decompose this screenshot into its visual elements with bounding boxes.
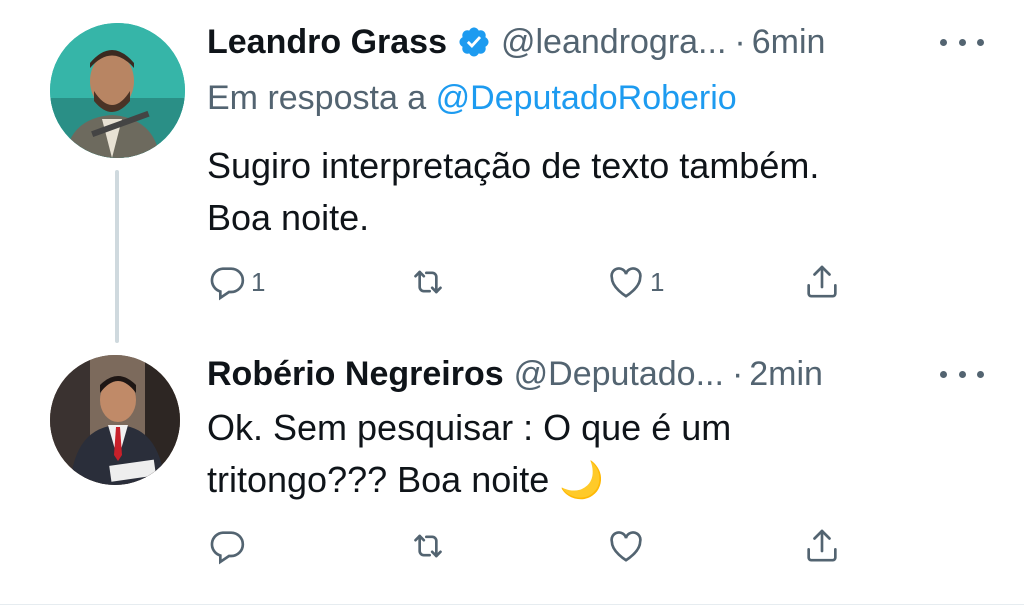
like-button[interactable] xyxy=(606,524,650,568)
divider xyxy=(0,604,1024,605)
retweet-button[interactable] xyxy=(408,524,452,568)
reply-button[interactable] xyxy=(207,524,251,568)
like-icon xyxy=(610,531,642,562)
crescent-moon-emoji: 🌙 xyxy=(559,459,605,500)
reply-icon xyxy=(210,267,245,301)
more-options-icon[interactable] xyxy=(940,32,984,52)
tweet-text: Ok. Sem pesquisar : O que é um tritongo?… xyxy=(207,402,947,506)
separator-dot: · xyxy=(734,23,746,61)
tweet-header: Leandro Grass @leandrogra... · 6min xyxy=(207,22,974,62)
like-count: 1 xyxy=(650,266,665,297)
retweet-icon xyxy=(414,534,442,558)
tweet-text-line: Boa noite. xyxy=(207,197,370,238)
tweet-actions: 1 1 xyxy=(0,260,1024,304)
tweet-text-line: tritongo??? Boa noite 🌙 xyxy=(207,454,947,506)
timestamp[interactable]: 2min xyxy=(749,354,823,394)
author-name[interactable]: Robério Negreiros xyxy=(207,354,504,394)
share-icon xyxy=(807,529,837,562)
avatar-roberio[interactable] xyxy=(50,355,180,485)
timestamp[interactable]: 6min xyxy=(752,22,826,62)
reply-mention-link[interactable]: @DeputadoRoberio xyxy=(436,79,737,117)
like-button[interactable]: 1 xyxy=(606,260,664,304)
share-button[interactable] xyxy=(802,524,842,568)
author-handle[interactable]: @Deputado... xyxy=(514,354,724,394)
share-button[interactable] xyxy=(802,260,842,304)
tweet-header: Robério Negreiros @Deputado... · 2min xyxy=(207,354,974,394)
author-name[interactable]: Leandro Grass xyxy=(207,22,447,62)
reply-icon xyxy=(210,531,245,565)
tweet-text-segment: tritongo??? Boa noite xyxy=(207,459,550,500)
verified-badge-icon xyxy=(459,27,489,57)
reply-prefix: Em resposta a xyxy=(207,79,427,117)
separator-dot: · xyxy=(731,355,744,393)
tweet-actions xyxy=(0,524,1024,568)
more-options-icon[interactable] xyxy=(940,364,984,384)
tweet-roberio: Robério Negreiros @Deputado... · 2min Ok… xyxy=(0,340,1024,604)
share-icon xyxy=(807,265,837,298)
tweet-text-line: Sugiro interpretação de texto também. xyxy=(207,145,820,186)
tweet-leandro: Leandro Grass @leandrogra... · 6min Em r… xyxy=(0,0,1024,340)
like-icon xyxy=(610,267,642,298)
retweet-icon xyxy=(414,270,442,294)
reply-count: 1 xyxy=(251,266,266,297)
author-handle[interactable]: @leandrogra... xyxy=(501,22,726,62)
retweet-button[interactable] xyxy=(408,260,452,304)
avatar-leandro[interactable] xyxy=(50,23,185,158)
tweet-text: Sugiro interpretação de texto também. Bo… xyxy=(207,140,947,244)
reply-button[interactable]: 1 xyxy=(207,260,265,304)
tweet-text-line: Ok. Sem pesquisar : O que é um xyxy=(207,407,732,448)
reply-context: Em resposta a @DeputadoRoberio xyxy=(207,78,737,118)
